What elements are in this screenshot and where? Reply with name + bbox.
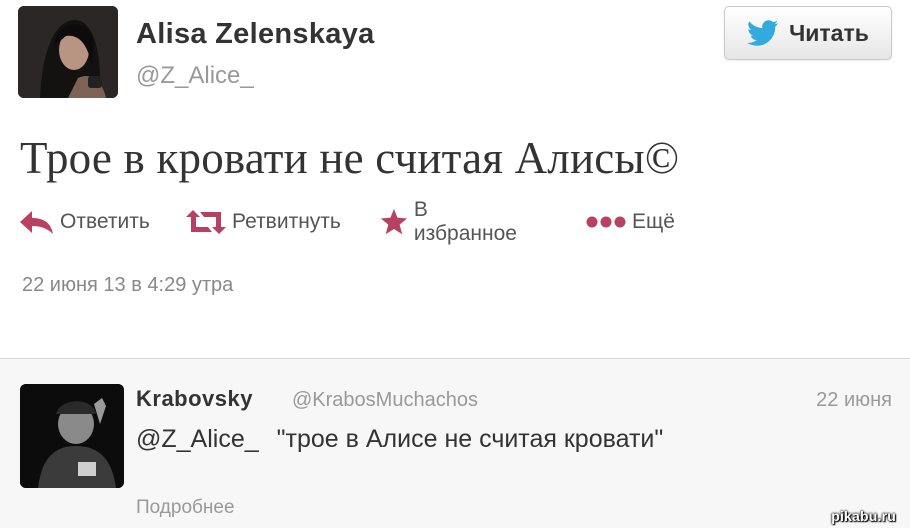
reply-author-name[interactable]: Krabovsky [136, 386, 253, 412]
twitter-bird-icon [747, 20, 779, 46]
favorite-label: В избранное [413, 198, 517, 245]
author-avatar[interactable] [18, 6, 118, 98]
more-button[interactable]: Ещё [586, 204, 675, 240]
reply-author-handle[interactable]: @KrabosMuchachos [292, 389, 478, 412]
tweet-timestamp[interactable]: 22 июня 13 в 4:29 утра [22, 274, 233, 297]
retweet-icon [186, 210, 226, 234]
tweet-text: Трое в кровати не считая Алисы© [20, 133, 680, 183]
details-link[interactable]: Подробнее [136, 497, 235, 519]
star-icon [380, 208, 408, 235]
retweet-button[interactable]: Ретвитнуть [186, 204, 341, 240]
reply-tweet: Krabovsky @KrabosMuchachos 22 июня @Z_Al… [0, 359, 910, 528]
reply-mention[interactable]: @Z_Alice_ [136, 425, 259, 453]
reply-arrow-icon [20, 211, 53, 234]
author-name[interactable]: Alisa Zelenskaya [136, 18, 375, 51]
author-handle[interactable]: @Z_Alice_ [136, 62, 254, 90]
reply-body: "трое в Алисе не считая кровати" [276, 425, 664, 453]
retweet-label: Ретвитнуть [232, 210, 341, 233]
reply-author-photo [20, 384, 124, 488]
follow-button[interactable]: Читать [724, 6, 892, 60]
watermark: pikabu.ru [831, 508, 896, 524]
reply-text: @Z_Alice_ "трое в Алисе не считая кровати… [136, 425, 663, 454]
dots-icon [586, 216, 626, 228]
follow-label: Читать [789, 19, 869, 46]
author-photo [18, 6, 118, 98]
more-label: Ещё [632, 210, 675, 233]
reply-label: Ответить [60, 210, 150, 233]
main-tweet: Alisa Zelenskaya @Z_Alice_ Читать Трое в… [0, 0, 910, 358]
reply-button[interactable]: Ответить [20, 204, 150, 240]
reply-date[interactable]: 22 июня [816, 389, 892, 412]
favorite-button[interactable]: В избранное [380, 198, 521, 245]
reply-author-avatar[interactable] [20, 384, 124, 488]
